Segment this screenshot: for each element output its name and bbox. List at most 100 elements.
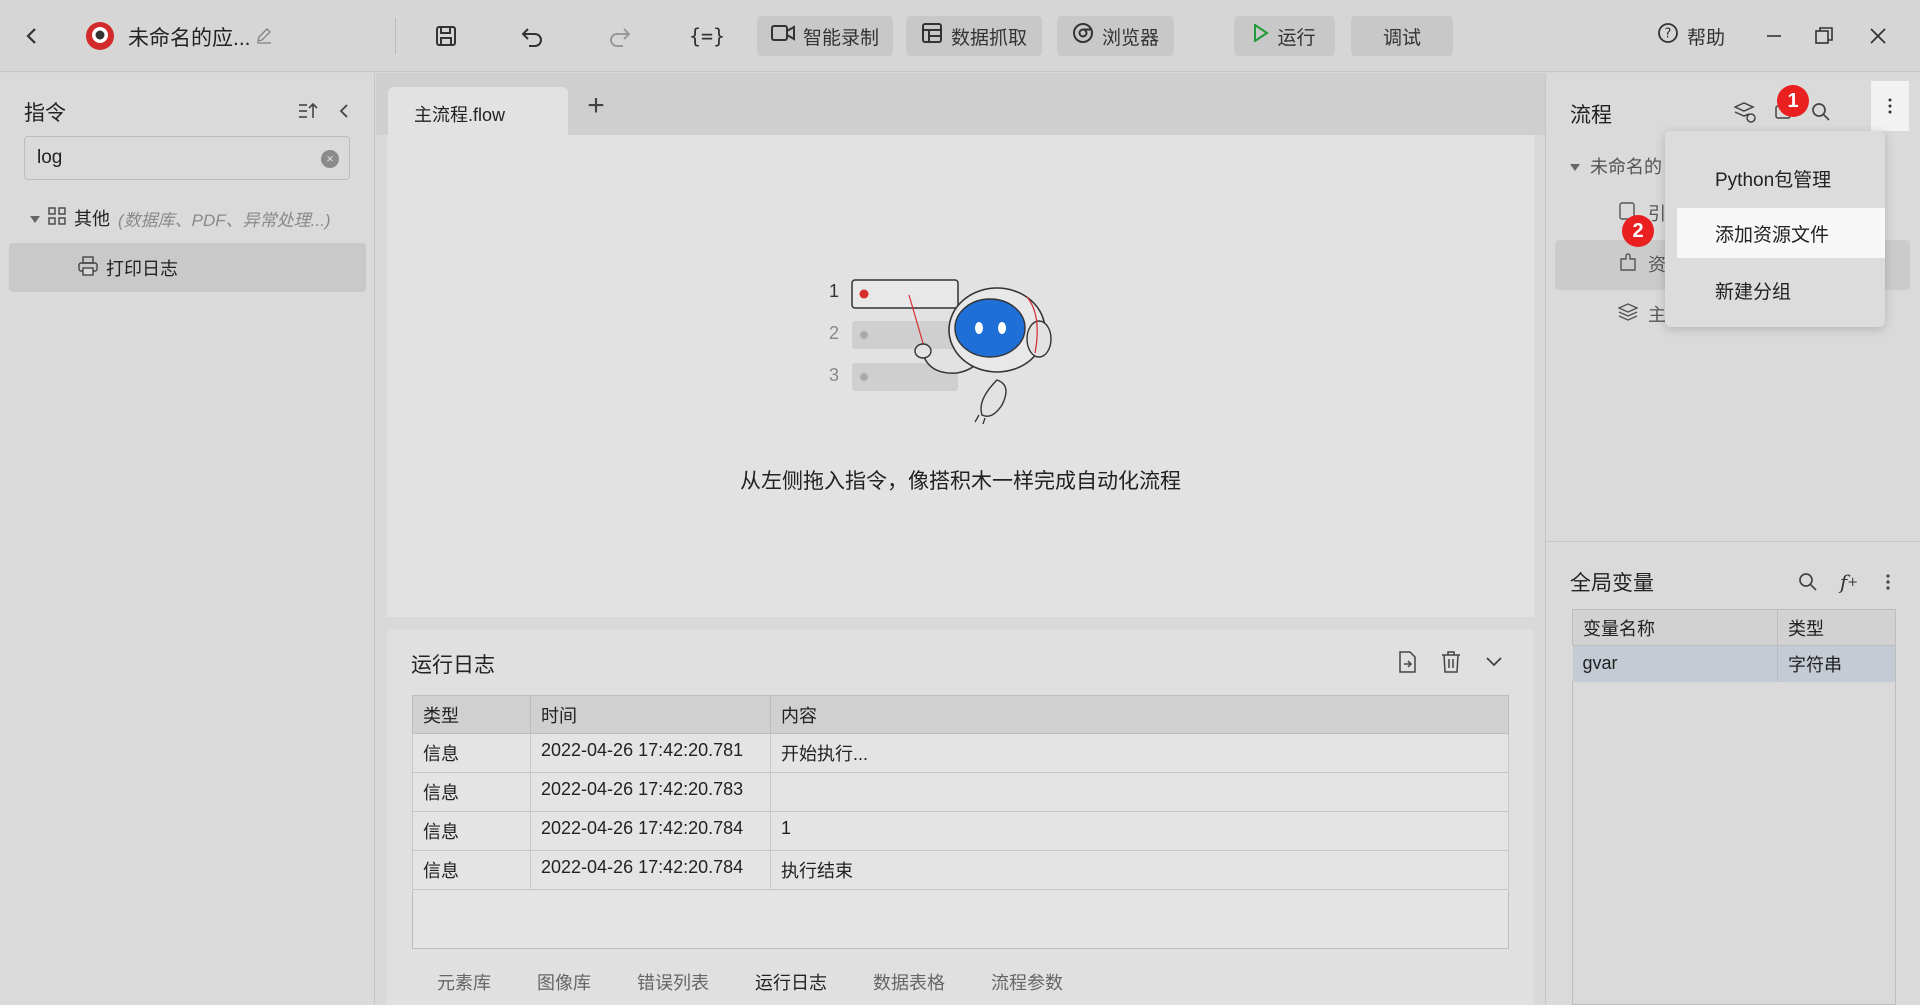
search-input-value: log xyxy=(37,147,63,168)
menu-item-new-group[interactable]: 新建分组 xyxy=(1665,265,1885,315)
global-vars-title: 全局变量 xyxy=(1570,572,1654,595)
run-button[interactable]: 运行 xyxy=(1234,16,1335,56)
table-row[interactable]: 信息 2022-04-26 17:42:20.781 开始执行... xyxy=(412,733,1509,773)
toolbar-separator xyxy=(395,18,396,54)
data-scrape-button[interactable]: 数据抓取 xyxy=(906,16,1042,56)
tab-run-log[interactable]: 运行日志 xyxy=(755,969,827,995)
app-title: 未命名的应... xyxy=(128,27,251,50)
log-time: 2022-04-26 17:42:20.784 xyxy=(530,850,771,890)
instruction-print-log[interactable]: 打印日志 xyxy=(78,255,178,281)
data-scrape-label: 数据抓取 xyxy=(950,27,1027,49)
variable-braces-icon[interactable]: {=} xyxy=(689,20,725,52)
flow-node-resources[interactable]: 资 xyxy=(1618,251,1666,277)
bottom-tab-bar: 元素库 图像库 错误列表 运行日志 数据表格 流程参数 xyxy=(437,969,1109,995)
export-log-icon[interactable] xyxy=(1394,649,1420,675)
flow-canvas[interactable]: 1 2 3 从左侧拖入指令，像搭积木一样完成自动化流程 xyxy=(387,135,1534,617)
instruction-panel-title: 指令 xyxy=(24,102,66,125)
debug-label: 调试 xyxy=(1382,27,1421,49)
instruction-result-row[interactable] xyxy=(9,243,366,292)
video-camera-icon xyxy=(770,23,795,49)
var-col-type: 类型 xyxy=(1777,609,1896,646)
category-label: 其他 xyxy=(74,209,110,229)
run-log-panel: 运行日志 类型 时间 内容 信息 2022-04-26 17:42:20.781… xyxy=(387,629,1534,1005)
category-hint: (数据库、PDF、异常处理...) xyxy=(118,210,331,230)
flow-more-button[interactable] xyxy=(1871,81,1909,131)
back-icon[interactable] xyxy=(18,22,46,50)
tab-image-library[interactable]: 图像库 xyxy=(537,969,591,995)
restore-icon[interactable] xyxy=(1810,22,1838,50)
log-table-empty-area xyxy=(412,891,1509,949)
panel-divider xyxy=(1546,541,1920,542)
instruction-panel: 指令 log × 其他 (数据库、PDF、异常处理...) 打印日志 xyxy=(0,73,375,1005)
chrome-icon xyxy=(1072,22,1094,50)
log-content: 1 xyxy=(770,811,1509,851)
tab-main-flow[interactable]: 主流程.flow xyxy=(388,87,568,135)
global-vars-table: 变量名称 类型 gvar 字符串 xyxy=(1572,609,1896,682)
category-other[interactable]: 其他 (数据库、PDF、异常处理...) xyxy=(30,205,331,231)
instruction-search-input[interactable]: log × xyxy=(24,136,350,180)
tab-element-library[interactable]: 元素库 xyxy=(437,969,491,995)
editor-tab-strip: 主流程.flow + xyxy=(376,73,1545,135)
var-type: 字符串 xyxy=(1777,645,1896,682)
collapse-log-chevron-icon[interactable] xyxy=(1481,649,1507,675)
flow-panel-title: 流程 xyxy=(1570,104,1612,127)
debug-button[interactable]: 调试 xyxy=(1351,16,1453,56)
menu-item-python-packages[interactable]: Python包管理 xyxy=(1665,153,1885,203)
clear-log-trash-icon[interactable] xyxy=(1438,649,1464,675)
help-button[interactable]: ? 帮助 xyxy=(1636,22,1746,50)
flow-node-main[interactable]: 主 xyxy=(1617,301,1666,327)
log-col-time: 时间 xyxy=(530,695,771,734)
undo-icon[interactable] xyxy=(516,20,548,52)
smart-record-label: 智能录制 xyxy=(802,27,879,49)
smart-record-button[interactable]: 智能录制 xyxy=(757,16,893,56)
log-type: 信息 xyxy=(412,850,531,890)
log-type: 信息 xyxy=(412,811,531,851)
svg-text:?: ? xyxy=(1665,27,1672,42)
tab-data-table[interactable]: 数据表格 xyxy=(873,969,945,995)
log-content: 执行结束 xyxy=(770,850,1509,890)
collapse-panel-icon[interactable] xyxy=(332,99,356,123)
flow-more-menu: Python包管理 添加资源文件 新建分组 xyxy=(1665,131,1885,327)
app-logo-icon xyxy=(84,20,116,52)
sort-icon[interactable] xyxy=(296,99,320,123)
var-search-icon[interactable] xyxy=(1795,569,1821,595)
var-table-header-row: 变量名称 类型 xyxy=(1572,609,1896,646)
redo-icon[interactable] xyxy=(604,20,636,52)
minimize-icon[interactable] xyxy=(1760,22,1788,50)
edit-pencil-icon[interactable] xyxy=(253,24,275,46)
menu-item-add-resource-file[interactable]: 添加资源文件 xyxy=(1677,208,1885,258)
var-more-icon[interactable] xyxy=(1878,569,1898,595)
tab-flow-params[interactable]: 流程参数 xyxy=(991,969,1063,995)
log-col-content: 内容 xyxy=(770,695,1509,734)
log-time: 2022-04-26 17:42:20.781 xyxy=(530,733,771,773)
table-row[interactable]: 信息 2022-04-26 17:42:20.784 1 xyxy=(412,811,1509,851)
illustration-row-number: 1 xyxy=(829,281,839,301)
clear-search-icon[interactable]: × xyxy=(321,150,339,168)
empty-state-illustration: 1 2 3 xyxy=(829,279,1052,425)
table-row[interactable]: 信息 2022-04-26 17:42:20.783 xyxy=(412,772,1509,812)
step-badge-2: 2 xyxy=(1622,215,1654,247)
grid-icon xyxy=(48,206,66,230)
step-badge-1: 1 xyxy=(1777,85,1809,117)
tab-main-flow-label: 主流程.flow xyxy=(414,105,506,125)
run-label: 运行 xyxy=(1277,27,1316,49)
empty-canvas-message: 从左侧拖入指令，像搭积木一样完成自动化流程 xyxy=(740,470,1181,493)
flow-root-label: 未命名的 xyxy=(1590,157,1662,177)
log-content: 开始执行... xyxy=(770,733,1509,773)
browser-label: 浏览器 xyxy=(1101,27,1159,49)
tab-error-list[interactable]: 错误列表 xyxy=(637,969,709,995)
log-time: 2022-04-26 17:42:20.783 xyxy=(530,772,771,812)
close-icon[interactable] xyxy=(1864,22,1892,50)
layers-add-icon[interactable] xyxy=(1732,99,1758,125)
instruction-label: 打印日志 xyxy=(106,259,178,279)
var-name: gvar xyxy=(1572,645,1778,682)
add-function-icon[interactable]: f + xyxy=(1834,569,1864,595)
var-col-name: 变量名称 xyxy=(1572,609,1778,646)
add-tab-icon[interactable]: + xyxy=(576,87,616,127)
table-row[interactable]: gvar 字符串 xyxy=(1572,645,1896,682)
save-icon[interactable] xyxy=(430,20,462,52)
flow-search-icon[interactable] xyxy=(1808,99,1834,125)
flow-root-node[interactable]: 未命名的 xyxy=(1570,153,1662,179)
browser-button[interactable]: 浏览器 xyxy=(1057,16,1174,56)
table-row[interactable]: 信息 2022-04-26 17:42:20.784 执行结束 xyxy=(412,850,1509,890)
